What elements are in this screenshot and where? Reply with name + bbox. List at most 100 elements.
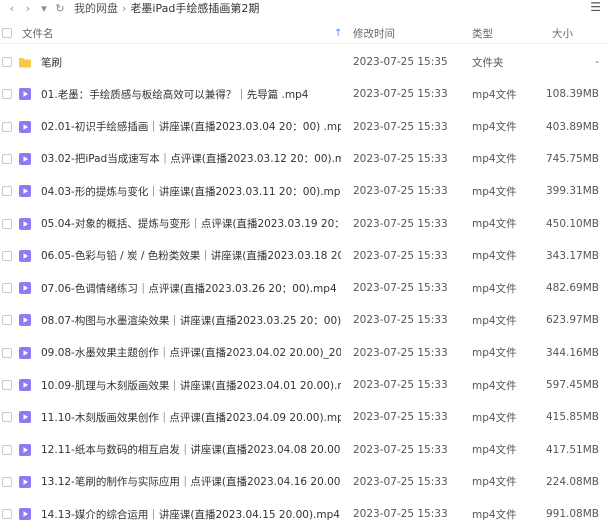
video-icon [19, 217, 31, 230]
file-size: 403.89MB [545, 120, 599, 133]
file-type: mp4文件 [472, 88, 517, 101]
row-checkbox[interactable] [2, 57, 12, 67]
file-row[interactable]: 11.10-木刻版画效果创作｜点评课(直播2023.04.09 20.00).m… [0, 402, 609, 432]
back-icon[interactable]: ‹ [4, 2, 20, 15]
file-type: mp4文件 [472, 153, 517, 166]
file-row[interactable]: 07.06-色调情绪练习｜点评课(直播2023.03.26 20：00).mp4… [0, 273, 609, 303]
breadcrumb-root[interactable]: 我的网盘 [74, 0, 118, 16]
video-icon [19, 411, 31, 424]
file-name[interactable]: 03.02-把iPad当成速写本｜点评课(直播2023.03.12 20：00)… [41, 151, 341, 166]
file-name[interactable]: 01.老墨：手绘质感与板绘高效可以兼得？｜先导篇 .mp4 [41, 87, 341, 102]
file-mtime: 2023-07-25 15:33 [353, 379, 448, 391]
file-row[interactable]: 03.02-把iPad当成速写本｜点评课(直播2023.03.12 20：00)… [0, 144, 609, 174]
dropdown-icon[interactable]: ▾ [36, 2, 52, 15]
file-size: 343.17MB [545, 249, 599, 262]
file-size: - [595, 56, 599, 68]
header-size[interactable]: 大小 [552, 26, 573, 41]
file-type: mp4文件 [472, 444, 517, 457]
file-row[interactable]: 13.12-笔刷的制作与实际应用｜点评课(直播2023.04.16 20.00)… [0, 467, 609, 497]
column-header: 文件名 ↑ 修改时间 类型 大小 [0, 23, 609, 44]
folder-icon [19, 58, 31, 68]
file-name[interactable]: 11.10-木刻版画效果创作｜点评课(直播2023.04.09 20.00).m… [41, 410, 341, 425]
file-name[interactable]: 14.13-媒介的综合运用｜讲座课(直播2023.04.15 20.00).mp… [41, 507, 341, 522]
row-checkbox[interactable] [2, 347, 12, 358]
row-checkbox[interactable] [2, 218, 12, 229]
select-all-checkbox[interactable] [2, 28, 12, 38]
list-view-icon[interactable]: ☰ [590, 0, 601, 14]
row-checkbox[interactable] [2, 283, 12, 294]
file-row[interactable]: 12.11-纸本与数码的相互启发｜讲座课(直播2023.04.08 20.00)… [0, 435, 609, 465]
file-row[interactable]: 笔刷 2023-07-25 15:35 文件夹 - [0, 47, 609, 77]
file-size: 745.75MB [545, 152, 599, 165]
file-type: mp4文件 [472, 282, 517, 295]
file-row[interactable]: 01.老墨：手绘质感与板绘高效可以兼得？｜先导篇 .mp4 2023-07-25 … [0, 79, 609, 109]
video-icon [19, 282, 31, 295]
file-mtime: 2023-07-25 15:33 [353, 185, 448, 198]
forward-icon[interactable]: › [20, 2, 36, 15]
row-checkbox[interactable] [2, 444, 12, 455]
file-row[interactable]: 04.03-形的提炼与变化｜讲座课(直播2023.03.11 20：00).mp… [0, 176, 609, 206]
file-size: 623.97MB [545, 314, 599, 327]
file-size: 991.08MB [545, 508, 599, 521]
row-checkbox[interactable] [2, 412, 12, 423]
row-checkbox[interactable] [2, 186, 12, 197]
file-mtime: 2023-07-25 15:33 [353, 346, 448, 359]
row-checkbox[interactable] [2, 153, 12, 164]
row-checkbox[interactable] [2, 509, 12, 520]
file-type: mp4文件 [472, 185, 517, 198]
file-row[interactable]: 08.07-构图与水墨渲染效果｜讲座课(直播2023.03.25 20：00).… [0, 305, 609, 335]
file-mtime: 2023-07-25 15:33 [353, 475, 448, 488]
file-row[interactable]: 06.05-色彩与铅 / 炭 / 色粉类效果｜讲座课(直播2023.03.18 … [0, 241, 609, 271]
file-type: mp4文件 [472, 218, 517, 230]
file-mtime: 2023-07-25 15:33 [353, 314, 448, 327]
header-type[interactable]: 类型 [472, 26, 493, 41]
file-name[interactable]: 05.04-对象的概括、提炼与变形｜点评课(直播2023.03.19 20：00… [41, 216, 341, 231]
video-icon [19, 152, 31, 165]
file-size: 344.16MB [545, 346, 599, 359]
file-name[interactable]: 13.12-笔刷的制作与实际应用｜点评课(直播2023.04.16 20.00)… [41, 474, 341, 489]
header-name[interactable]: 文件名 [22, 26, 54, 41]
nav-controls: ‹ › ▾ ↻ [4, 2, 68, 15]
sort-ascending-icon[interactable]: ↑ [334, 28, 342, 39]
row-checkbox[interactable] [2, 250, 12, 261]
header-mtime[interactable]: 修改时间 [353, 26, 395, 41]
file-size: 417.51MB [545, 443, 599, 456]
file-size: 450.10MB [545, 217, 599, 230]
video-icon [19, 120, 31, 133]
row-checkbox[interactable] [2, 476, 12, 487]
file-row[interactable]: 02.01-初识手绘感插画｜讲座课(直播2023.03.04 20：00) .m… [0, 112, 609, 142]
file-type: 文件夹 [472, 56, 504, 69]
row-checkbox[interactable] [2, 380, 12, 390]
file-row[interactable]: 14.13-媒介的综合运用｜讲座课(直播2023.04.15 20.00).mp… [0, 499, 609, 529]
refresh-icon[interactable]: ↻ [52, 2, 68, 15]
file-type: mp4文件 [472, 121, 517, 134]
file-mtime: 2023-07-25 15:33 [353, 443, 448, 456]
video-icon [19, 249, 31, 262]
file-name[interactable]: 08.07-构图与水墨渲染效果｜讲座课(直播2023.03.25 20：00).… [41, 313, 341, 328]
row-checkbox[interactable] [2, 315, 12, 326]
file-name[interactable]: 04.03-形的提炼与变化｜讲座课(直播2023.03.11 20：00).mp… [41, 184, 341, 199]
file-name[interactable]: 06.05-色彩与铅 / 炭 / 色粉类效果｜讲座课(直播2023.03.18 … [41, 248, 341, 263]
file-size: 597.45MB [545, 379, 599, 391]
file-name[interactable]: 12.11-纸本与数码的相互启发｜讲座课(直播2023.04.08 20.00)… [41, 442, 341, 457]
row-checkbox[interactable] [2, 89, 12, 100]
video-icon [19, 508, 31, 521]
breadcrumb-current[interactable]: 老墨iPad手绘感插画第2期 [130, 0, 259, 16]
file-row[interactable]: 10.09-肌理与木刻版画效果｜讲座课(直播2023.04.01 20.00).… [0, 370, 609, 400]
file-size: 399.31MB [545, 185, 599, 198]
file-name[interactable]: 02.01-初识手绘感插画｜讲座课(直播2023.03.04 20：00) .m… [41, 119, 341, 134]
file-name[interactable]: 07.06-色调情绪练习｜点评课(直播2023.03.26 20：00).mp4 [41, 281, 341, 296]
file-row[interactable]: 09.08-水墨效果主题创作｜点评课(直播2023.04.02 20.00)_2… [0, 338, 609, 368]
file-row[interactable]: 05.04-对象的概括、提炼与变形｜点评课(直播2023.03.19 20：00… [0, 209, 609, 239]
video-icon [19, 443, 31, 456]
file-mtime: 2023-07-25 15:33 [353, 88, 448, 101]
breadcrumb: 我的网盘 › 老墨iPad手绘感插画第2期 [74, 0, 259, 16]
breadcrumb-separator-icon: › [122, 1, 127, 15]
file-mtime: 2023-07-25 15:33 [353, 217, 448, 230]
file-mtime: 2023-07-25 15:33 [353, 411, 448, 424]
row-checkbox[interactable] [2, 121, 12, 132]
file-name[interactable]: 笔刷 [41, 55, 341, 70]
file-mtime: 2023-07-25 15:35 [353, 56, 448, 68]
file-name[interactable]: 10.09-肌理与木刻版画效果｜讲座课(直播2023.04.01 20.00).… [41, 378, 341, 393]
file-name[interactable]: 09.08-水墨效果主题创作｜点评课(直播2023.04.02 20.00)_2… [41, 345, 341, 360]
